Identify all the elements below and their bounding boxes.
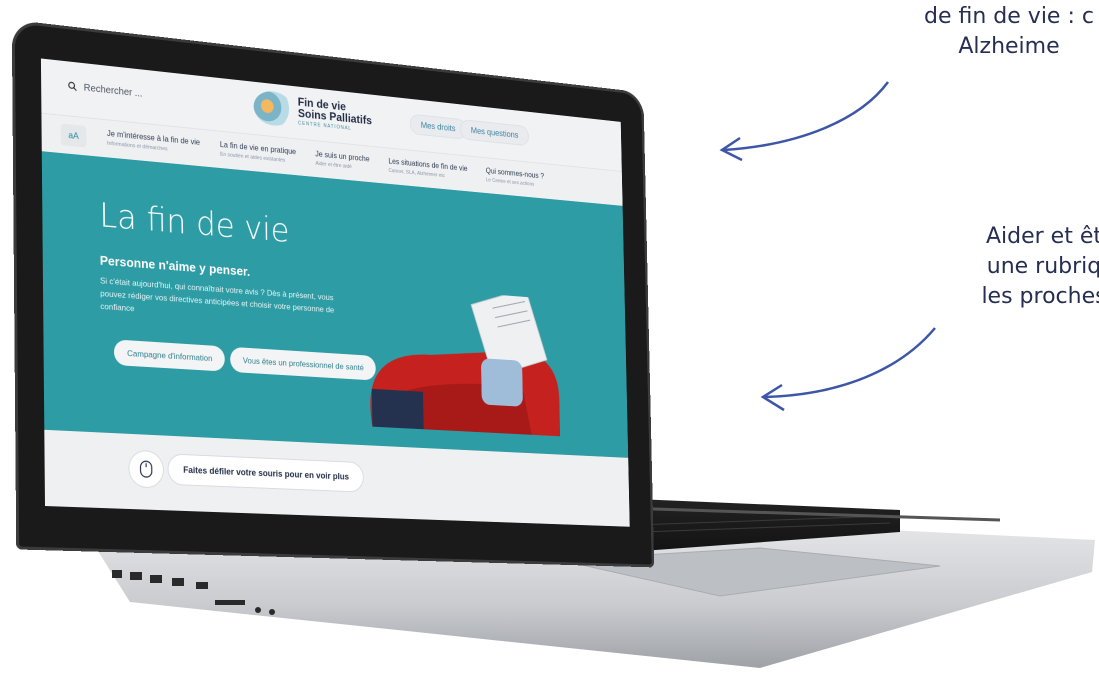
hero-title: La fin de vie (99, 195, 290, 251)
search-icon (68, 81, 78, 92)
search-placeholder: Rechercher ... (83, 82, 143, 100)
nav-item-qui-sommes-nous[interactable]: Qui sommes-nous ? Le Centre et ses actio… (486, 166, 545, 190)
nav-item-interesse[interactable]: Je m'intéresse à la fin de vie Informati… (107, 129, 200, 157)
text-size-button[interactable]: aA (60, 123, 87, 148)
site-logo[interactable]: Fin de vie Soins Palliatifs CENTRE NATIO… (253, 89, 372, 135)
mes-droits-button[interactable]: Mes droits (409, 113, 467, 140)
nav-item-situations[interactable]: Les situations de fin de vie Cancer, SLA… (388, 157, 468, 183)
website: Rechercher ... Fin de vie Soins Palliati… (40, 58, 630, 527)
hero-subtitle: Personne n'aime y penser. (99, 252, 251, 279)
hero-text: Si c'était aujourd'hui, qui connaîtrait … (99, 275, 335, 315)
nav-item-proche[interactable]: Je suis un proche Aider et être aidé (315, 150, 370, 174)
nav-item-pratique[interactable]: La fin de vie en pratique En soutien et … (220, 140, 296, 166)
armchair-reader-illustration (369, 284, 561, 437)
campagne-button[interactable]: Campagne d'information (113, 339, 226, 372)
mouse-scroll-icon[interactable] (128, 449, 165, 489)
scroll-cta[interactable]: Faites défiler votre souris pour en voir… (167, 453, 365, 493)
search-field[interactable]: Rechercher ... (68, 81, 143, 100)
hero-banner: La fin de vie Personne n'aime y penser. … (41, 151, 629, 458)
mes-questions-button[interactable]: Mes questions (459, 118, 530, 147)
laptop-screen: Rechercher ... Fin de vie Soins Palliati… (11, 19, 655, 568)
logo-mark-icon (253, 89, 293, 128)
